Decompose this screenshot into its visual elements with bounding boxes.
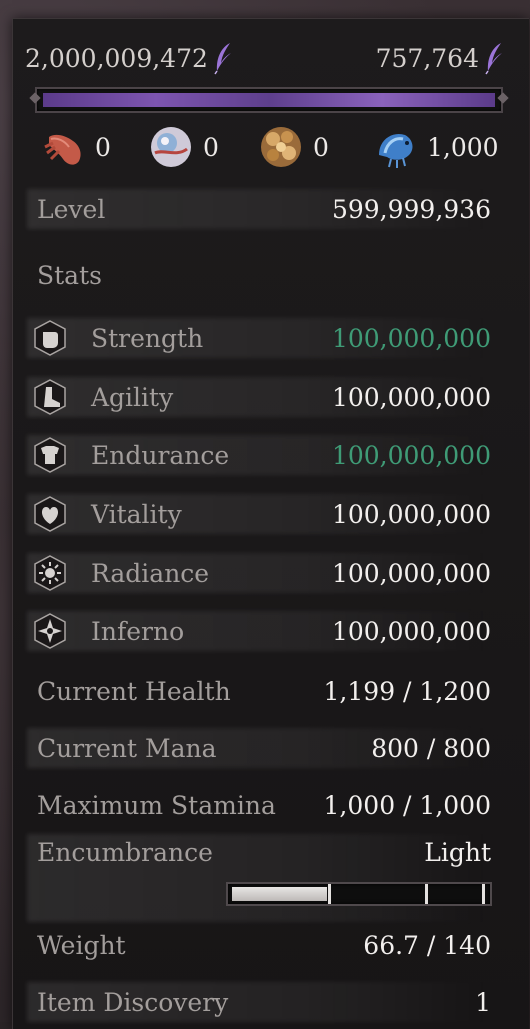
- currency-left-value: 2,000,009,472: [25, 43, 208, 73]
- stat-label: Agility: [91, 382, 174, 412]
- weight-row: Weight 66.7 / 140: [13, 921, 529, 969]
- eye-orb-icon: [151, 127, 191, 167]
- encumbrance-threshold-heavy: [482, 884, 485, 904]
- heart-icon: [31, 495, 69, 533]
- currency-right: 757,764: [376, 41, 505, 75]
- sun-icon: [31, 554, 69, 592]
- experience-bar-fill: [43, 93, 495, 107]
- weight-value: 66.7 / 140: [363, 930, 491, 960]
- item-discovery-label: Item Discovery: [37, 987, 229, 1017]
- stat-row-radiance[interactable]: Radiance 100,000,000: [13, 549, 529, 597]
- current-mana-row: Current Mana 800 / 800: [13, 724, 529, 772]
- current-health-value: 1,199 / 1,200: [323, 676, 491, 706]
- encumbrance-bar: [226, 882, 492, 906]
- stat-value: 100,000,000: [331, 382, 491, 412]
- current-health-label: Current Health: [37, 676, 231, 706]
- inferno-icon: [31, 612, 69, 650]
- purple-feather-icon: [485, 43, 502, 75]
- stat-label: Vitality: [91, 499, 182, 529]
- encumbrance-bar-fill: [232, 887, 327, 901]
- stat-value: 100,000,000: [331, 440, 491, 470]
- currency-left: 2,000,009,472: [25, 41, 234, 75]
- resource-shrimp[interactable]: 1,000: [371, 123, 499, 171]
- currency-row: 2,000,009,472 757,764: [13, 41, 529, 77]
- stat-row-agility[interactable]: Agility 100,000,000: [13, 373, 529, 421]
- hand-icon: [44, 134, 81, 165]
- resource-shrimp-value: 1,000: [427, 132, 499, 162]
- stat-value: 100,000,000: [331, 558, 491, 588]
- character-stats-panel: 2,000,009,472 757,764 0 0 0 1,000 Level …: [12, 18, 529, 1029]
- stat-row-inferno[interactable]: Inferno 100,000,000: [13, 607, 529, 655]
- currency-right-value: 757,764: [375, 43, 479, 73]
- purple-feather-icon: [214, 43, 231, 75]
- stat-value: 100,000,000: [331, 616, 491, 646]
- encumbrance-label: Encumbrance: [37, 838, 213, 867]
- current-mana-value: 800 / 800: [371, 733, 491, 763]
- maximum-stamina-label: Maximum Stamina: [37, 790, 276, 820]
- resource-eye-orb-value: 0: [203, 132, 219, 162]
- resource-row: 0 0 0 1,000: [13, 123, 529, 173]
- weight-label: Weight: [37, 930, 126, 960]
- level-row: Level 599,999,936: [13, 185, 529, 233]
- resource-flower[interactable]: 0: [257, 123, 329, 171]
- flower-icon: [261, 127, 301, 167]
- item-discovery-value: 1: [475, 987, 491, 1017]
- resource-hand-value: 0: [95, 132, 111, 162]
- maximum-stamina-value: 1,000 / 1,000: [323, 790, 491, 820]
- blue-shrimp-icon: [379, 133, 413, 168]
- stat-value: 100,000,000: [331, 499, 491, 529]
- current-mana-label: Current Mana: [37, 733, 217, 763]
- stat-row-endurance[interactable]: Endurance 100,000,000: [13, 431, 529, 479]
- bar-cap-right: [497, 92, 509, 104]
- stat-label: Endurance: [91, 440, 230, 470]
- encumbrance-value: Light: [424, 838, 491, 867]
- stat-row-vitality[interactable]: Vitality 100,000,000: [13, 490, 529, 538]
- stat-value: 100,000,000: [331, 323, 491, 353]
- stat-label: Strength: [91, 323, 204, 353]
- item-discovery-row: Item Discovery 1: [13, 978, 529, 1026]
- fist-icon: [31, 319, 69, 357]
- resource-hand[interactable]: 0: [39, 123, 111, 171]
- maximum-stamina-row: Maximum Stamina 1,000 / 1,000: [13, 781, 529, 829]
- current-health-row: Current Health 1,199 / 1,200: [13, 667, 529, 715]
- stat-label: Radiance: [91, 558, 210, 588]
- stat-row-strength[interactable]: Strength 100,000,000: [13, 314, 529, 362]
- boot-icon: [31, 378, 69, 416]
- stat-label: Inferno: [91, 616, 185, 646]
- encumbrance-threshold-light: [328, 884, 331, 904]
- level-value: 599,999,936: [331, 194, 491, 224]
- resource-flower-value: 0: [313, 132, 329, 162]
- level-label: Level: [37, 194, 106, 224]
- bar-cap-left: [29, 92, 41, 104]
- encumbrance-threshold-medium: [425, 884, 428, 904]
- armor-icon: [31, 436, 69, 474]
- resource-eye-orb[interactable]: 0: [147, 123, 219, 171]
- experience-bar: [29, 87, 509, 113]
- stats-title: Stats: [37, 261, 102, 290]
- encumbrance-row: Encumbrance Light: [13, 828, 529, 928]
